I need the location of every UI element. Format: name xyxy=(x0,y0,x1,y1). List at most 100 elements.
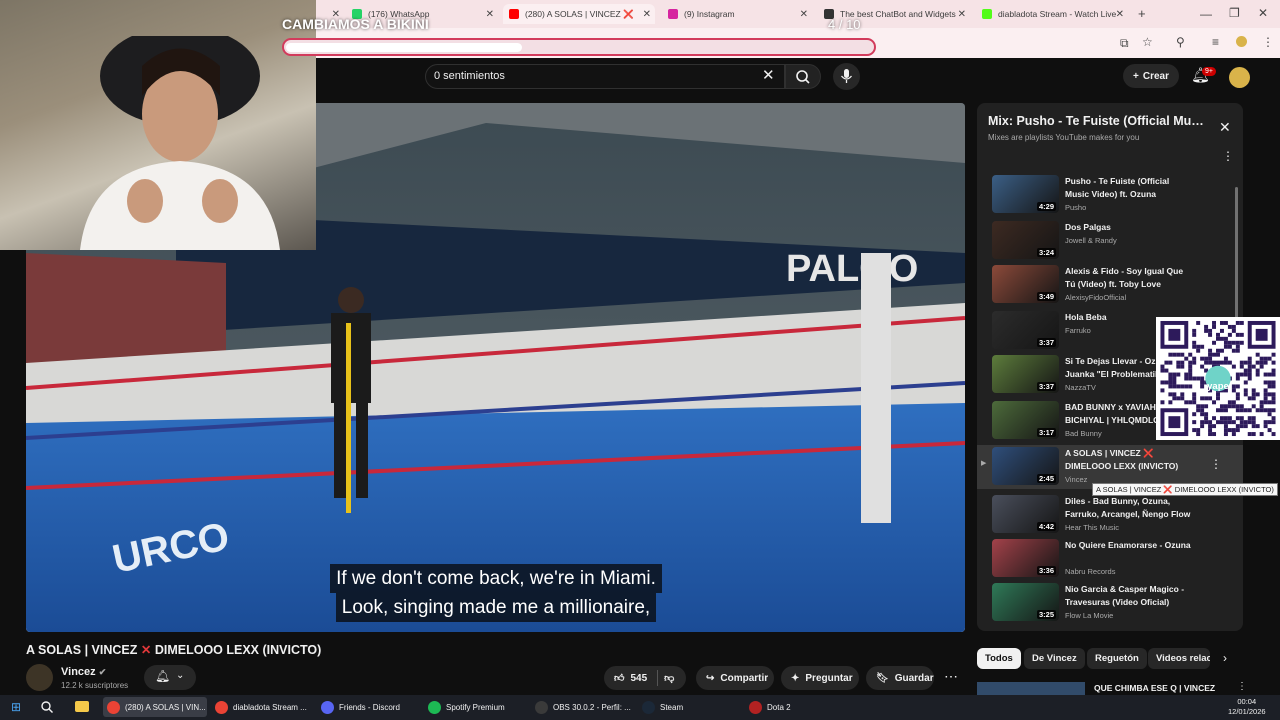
playlist-item-channel: NazzaTV xyxy=(1065,383,1096,392)
app-icon xyxy=(428,700,441,714)
search-button[interactable] xyxy=(785,64,821,89)
close-icon[interactable]: ✕ xyxy=(958,9,966,20)
restore-icon[interactable]: ❐ xyxy=(1229,6,1240,20)
file-explorer-icon[interactable] xyxy=(75,701,89,712)
app-icon xyxy=(642,700,655,714)
scrollbar-thumb[interactable] xyxy=(1235,187,1238,337)
clear-search-icon[interactable]: ✕ xyxy=(762,66,775,84)
subtitle-line-1: If we don't come back, we're in Miami. xyxy=(330,564,662,593)
recommended-video[interactable]: QUE CHIMBA ESE Q | VINCEZ ⋮ xyxy=(977,681,1247,696)
taskbar-app-label: Friends - Discord xyxy=(339,702,400,712)
share-icon: ↪ xyxy=(706,672,715,684)
playlist-item-channel: Flow La Movie xyxy=(1065,611,1114,620)
playlist-thumbnail: 2:45 xyxy=(992,447,1059,485)
stream-goal-progress xyxy=(282,38,876,56)
playlist-thumbnail: 3:17 xyxy=(992,401,1059,439)
playlist-item-channel: Vincez xyxy=(1065,475,1088,484)
playlist-item-title: Diles - Bad Bunny, Ozuna, Farruko, Arcan… xyxy=(1065,496,1191,519)
close-window-icon[interactable]: ✕ xyxy=(1258,6,1268,20)
browser-tab-kick[interactable]: diabladota Stream - Watch Live ✕ xyxy=(976,4,1128,24)
thumbs-down-icon[interactable]: 👎︎ xyxy=(664,672,674,684)
playlist-item-channel: Farruko xyxy=(1065,326,1091,335)
playlist-item-channel: AlexisyFidoOfficial xyxy=(1065,293,1127,302)
chip-from-channel[interactable]: De Vincez xyxy=(1024,648,1085,669)
playlist-item[interactable]: 3:25 Nio Garcia & Casper Magico - Travesu… xyxy=(977,581,1243,625)
kick-icon xyxy=(982,9,992,19)
tab-search-icon[interactable]: ≡ xyxy=(1212,35,1219,49)
playlist-item-channel: Pusho xyxy=(1065,203,1087,212)
taskbar-app[interactable]: OBS 30.0.2 - Perfil: ... xyxy=(531,697,635,717)
share-button[interactable]: ↪ Compartir xyxy=(696,666,774,690)
video-subtitles: If we don't come back, we're in Miami. L… xyxy=(290,564,702,622)
more-actions-icon[interactable]: ⋯ xyxy=(944,668,958,685)
playlist-item-title: Dos Palgas xyxy=(1065,222,1111,232)
playlist-item-title: No Quiere Enamorarse - Ozuna xyxy=(1065,540,1191,550)
bookmark-star-icon[interactable]: ☆ xyxy=(1142,35,1153,49)
taskbar-app[interactable]: Spotify Premium xyxy=(424,697,528,717)
taskbar-app[interactable]: (280) A SOLAS | VIN... xyxy=(103,697,207,717)
new-tab-icon[interactable]: + xyxy=(1138,6,1146,21)
voice-search-button[interactable] xyxy=(833,63,860,90)
playlist-menu-icon[interactable]: ⋮ xyxy=(1222,149,1234,163)
microphone-icon xyxy=(841,69,852,83)
duration-badge: 2:45 xyxy=(1036,474,1056,483)
ask-button[interactable]: ✦ Preguntar xyxy=(781,666,859,690)
extensions-icon[interactable]: ⚲ xyxy=(1176,35,1185,49)
duration-badge: 4:29 xyxy=(1036,202,1056,211)
browser-tab-youtube[interactable]: (280) A SOLAS | VINCEZ ❌ ✕ xyxy=(503,4,655,24)
playlist-item[interactable]: 3:36 No Quiere Enamorarse - Ozuna Nabru Re… xyxy=(977,537,1243,581)
close-playlist-icon[interactable]: ✕ xyxy=(1219,119,1231,136)
playlist-thumbnail: 3:24 xyxy=(992,221,1059,259)
close-icon[interactable]: ✕ xyxy=(486,9,494,20)
playlist-thumbnail: 3:37 xyxy=(992,311,1059,349)
duration-badge: 3:36 xyxy=(1036,566,1056,575)
close-icon[interactable]: ✕ xyxy=(800,9,808,20)
minimize-icon[interactable]: — xyxy=(1200,7,1212,21)
thumbs-up-icon[interactable]: 👍︎ xyxy=(614,672,624,684)
now-playing-icon: ▶ xyxy=(981,460,987,467)
profile-avatar[interactable] xyxy=(1236,36,1247,47)
yape-label: yape xyxy=(1207,381,1229,392)
clock-date: 12/01/2026 xyxy=(1228,707,1266,716)
hover-tooltip: A SOLAS | VINCEZ ❌ DIMELOOO LEXX (INVICT… xyxy=(1092,483,1278,496)
youtube-icon xyxy=(509,9,519,19)
system-clock[interactable]: 00:04 12/01/2026 xyxy=(1228,697,1266,717)
playlist-item[interactable]: 4:29 Pusho - Te Fuiste (Official Music Vi… xyxy=(977,173,1243,217)
close-icon[interactable]: ✕ xyxy=(1116,9,1124,20)
chip-all[interactable]: Todos xyxy=(977,648,1021,669)
cast-icon[interactable]: ⧉ xyxy=(1120,36,1129,51)
like-dislike-button[interactable]: 👍︎ 545 👎︎ xyxy=(604,666,686,690)
playlist-item[interactable]: 4:42 Diles - Bad Bunny, Ozuna, Farruko, A… xyxy=(977,493,1243,537)
create-button[interactable]: + Crear xyxy=(1123,64,1179,88)
taskbar-app[interactable]: Friends - Discord xyxy=(317,697,421,717)
duration-badge: 3:37 xyxy=(1036,382,1056,391)
save-button[interactable]: 🔖︎ Guardar xyxy=(866,666,934,690)
chip-reggaeton[interactable]: Reguetón xyxy=(1087,648,1147,669)
taskbar-app[interactable]: diabladota Stream ... xyxy=(211,697,315,717)
plus-icon: + xyxy=(1133,70,1139,82)
account-avatar[interactable] xyxy=(1229,67,1250,88)
stream-goal-progress-fill xyxy=(286,43,522,52)
menu-kebab-icon[interactable]: ⋮ xyxy=(1262,35,1274,49)
playlist-item[interactable]: 3:24 Dos Palgas Jowell & Randy xyxy=(977,219,1243,263)
chevron-right-icon[interactable]: › xyxy=(1223,651,1227,665)
stream-goal-title: CAMBIAMOS A BIKINI xyxy=(282,16,429,32)
windows-start-icon[interactable]: ⊞ xyxy=(11,700,21,714)
channel-name[interactable]: Vincez ✔ xyxy=(61,666,106,678)
close-icon[interactable]: ✕ xyxy=(643,9,651,20)
taskbar-app[interactable]: Dota 2 xyxy=(745,697,841,717)
subtitle-line-2: Look, singing made me a millionaire, xyxy=(335,593,657,622)
recommended-menu-icon[interactable]: ⋮ xyxy=(1237,681,1247,692)
taskbar-app[interactable]: Steam xyxy=(638,697,734,717)
playlist-item[interactable]: 3:49 Alexis & Fido - Soy Igual Que Tú (Vi… xyxy=(977,263,1243,307)
create-label: Crear xyxy=(1142,70,1169,82)
taskbar-app-label: (280) A SOLAS | VIN... xyxy=(125,702,206,712)
item-menu-icon[interactable]: ⋮ xyxy=(1210,457,1222,471)
taskbar-app-label: Steam xyxy=(660,702,684,712)
subscription-bell-button[interactable]: 🔔︎ ⌄ xyxy=(144,665,196,690)
chip-related[interactable]: Videos relac xyxy=(1148,648,1210,669)
channel-avatar[interactable] xyxy=(26,664,53,691)
search-icon[interactable] xyxy=(40,700,54,714)
browser-tab-instagram[interactable]: (9) Instagram ✕ xyxy=(662,4,812,24)
video-title-part2: DIMELOOO LEXX (INVICTO) xyxy=(154,643,322,657)
